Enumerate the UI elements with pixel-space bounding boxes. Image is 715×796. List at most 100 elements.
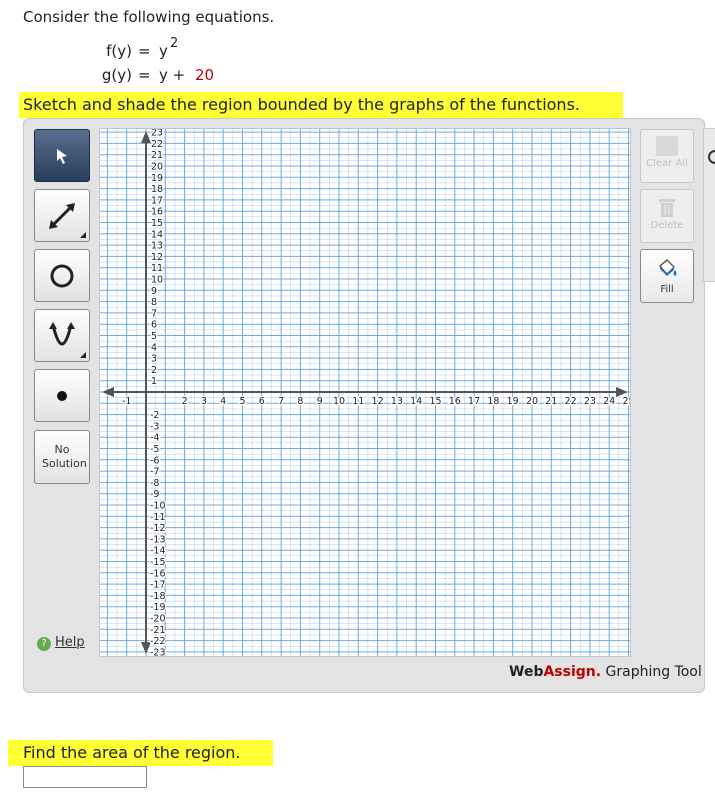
y-tick-label: -6 — [150, 455, 159, 466]
x-tick-label: 4 — [220, 396, 226, 407]
y-tick-label: 18 — [151, 184, 163, 195]
y-tick-label: 7 — [151, 308, 157, 319]
y-tick-label: -16 — [150, 568, 166, 579]
y-tick-label: 20 — [151, 162, 163, 173]
webassign-brand: WebAssign. Graphing Tool — [509, 664, 702, 680]
delete-label: Delete — [650, 220, 684, 231]
y-tick-label: -12 — [150, 523, 166, 534]
y-tick-label: 3 — [151, 354, 157, 365]
brand-graphing-tool: Graphing Tool — [601, 664, 702, 680]
fill-button[interactable]: Fill — [640, 249, 694, 303]
y-tick-label: 5 — [151, 331, 157, 342]
delete-button[interactable]: Delete — [640, 189, 694, 243]
y-tick-label: -15 — [150, 557, 166, 568]
clear-all-button[interactable]: Clear All — [640, 129, 694, 183]
g-rhs: y + — [159, 66, 186, 84]
graph-canvas[interactable]: -1 2 3 4 5 6 7 8 9 10 11 12 13 14 15 16 17 18 19 20 21 22 23 24… — [99, 126, 674, 660]
help-link[interactable]: ? Help — [37, 635, 85, 651]
area-answer-input[interactable] — [23, 766, 147, 788]
brand-web: Web — [509, 664, 544, 680]
x-tick-label: 17 — [468, 396, 480, 407]
x-tick-label: 2 — [182, 396, 188, 407]
parabola-tool-button[interactable] — [34, 309, 90, 362]
y-tick-label: 13 — [151, 241, 163, 252]
y-tick-label: -14 — [150, 546, 166, 557]
coordinate-grid[interactable]: -1 2 3 4 5 6 7 8 9 10 11 12 13 14 15 16 17 18 19 20 21 22 23 24… — [100, 126, 674, 660]
y-tick-label: -13 — [150, 534, 166, 545]
g-lhs: g(y) — [101, 66, 132, 84]
y-tick-label: 16 — [151, 207, 163, 218]
point-tool-button[interactable] — [34, 369, 90, 422]
x-tick-label: 6 — [259, 396, 265, 407]
y-tick-label: 4 — [151, 342, 157, 353]
x-tick-label: 13 — [391, 396, 403, 407]
help-icon: ? — [37, 637, 51, 651]
x-tick-label: 5 — [239, 396, 245, 407]
f-lhs: f(y) — [106, 42, 132, 60]
x-tick-label: 8 — [297, 396, 303, 407]
y-tick-label: -19 — [150, 602, 166, 613]
x-tick-label: 11 — [352, 396, 364, 407]
trash-icon — [659, 199, 675, 217]
x-tick-label: 20 — [526, 396, 538, 407]
dropdown-corner-icon — [80, 232, 86, 238]
clear-all-label: Clear All — [646, 158, 688, 169]
y-tick-label: 12 — [151, 252, 163, 263]
y-tick-label: 23 — [151, 129, 163, 139]
y-tick-label: 10 — [151, 275, 163, 286]
x-tick-label: 24 — [603, 396, 615, 407]
select-tool-button[interactable] — [34, 129, 90, 182]
y-tick-label: 1 — [151, 376, 157, 387]
x-tick-label: 14 — [410, 396, 422, 407]
x-axis-arrow-left — [102, 387, 114, 397]
y-tick-label: -22 — [150, 636, 166, 647]
y-tick-label: -10 — [150, 501, 166, 512]
circle-tool-button[interactable] — [34, 249, 90, 302]
y-tick-label: -7 — [150, 467, 159, 478]
y-tick-label: -8 — [150, 478, 159, 489]
y-tick-label: -4 — [150, 433, 159, 444]
paint-bucket-icon — [659, 259, 677, 276]
x-tick-label: 16 — [449, 396, 461, 407]
y-tick-label: 17 — [151, 195, 163, 206]
circle-icon — [50, 264, 74, 287]
x-tick-label: 15 — [429, 396, 441, 407]
line-icon — [49, 202, 75, 229]
point-icon — [57, 390, 67, 401]
help-label: Help — [55, 635, 85, 650]
y-tick-label: 6 — [151, 320, 157, 331]
no-solution-button[interactable]: No Solution — [34, 430, 90, 484]
x-tick-label: 23 — [584, 396, 596, 407]
y-tick-label: -11 — [150, 512, 166, 523]
y-tick-label: 9 — [151, 286, 157, 297]
x-tick-label: -1 — [122, 396, 131, 407]
x-tick-label: 9 — [317, 396, 323, 407]
x-tick-label: 10 — [333, 396, 345, 407]
y-tick-label: -2 — [150, 410, 159, 421]
y-tick-label: -17 — [150, 580, 166, 591]
x-tick-label: 21 — [545, 396, 557, 407]
intro-text: Consider the following equations. — [23, 8, 275, 26]
g-constant: 20 — [195, 66, 215, 84]
f-rhs: y — [159, 42, 168, 60]
x-tick-label: 7 — [278, 396, 284, 407]
y-tick-label: -3 — [150, 421, 159, 432]
y-tick-label: 21 — [151, 150, 163, 161]
g-equals: = — [138, 66, 151, 84]
line-tool-button[interactable] — [34, 189, 90, 242]
x-tick-label: 18 — [487, 396, 499, 407]
y-tick-label: 8 — [151, 297, 157, 308]
x-tick-label: 12 — [372, 396, 384, 407]
f-exponent: 2 — [170, 36, 179, 51]
circle-marker-icon — [708, 150, 715, 164]
y-tick-label: 15 — [151, 218, 163, 229]
y-tick-label: -9 — [150, 489, 159, 500]
find-area-instruction: Find the area of the region. — [8, 740, 273, 766]
brand-assign: Assign. — [543, 664, 602, 680]
y-tick-label: 19 — [151, 173, 163, 184]
dropdown-corner-icon — [80, 352, 86, 358]
parabola-icon — [49, 321, 75, 345]
no-solution-label: No Solution — [42, 443, 87, 470]
x-tick-label: 3 — [201, 396, 207, 407]
fill-label: Fill — [660, 284, 674, 295]
